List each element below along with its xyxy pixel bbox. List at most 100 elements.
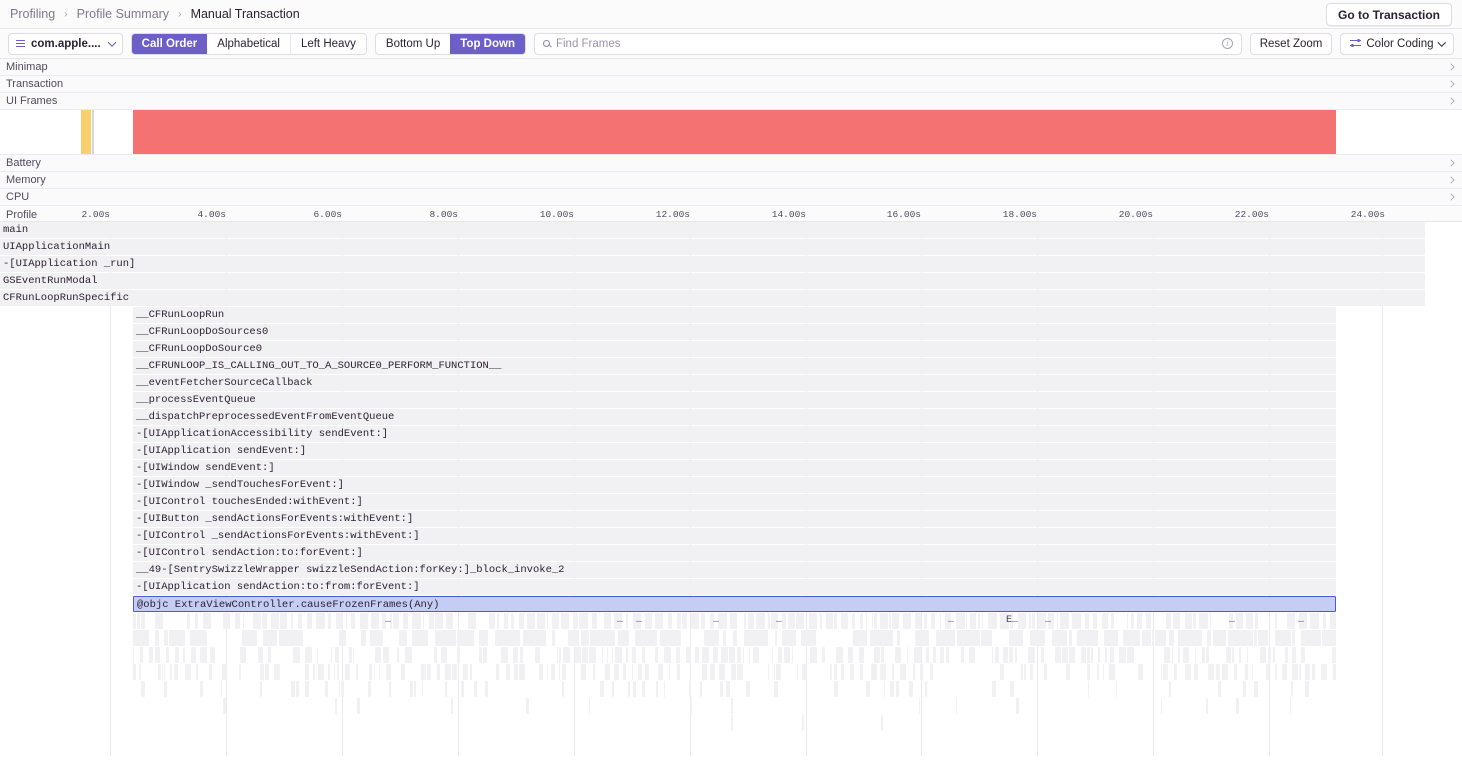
flame-child-frame[interactable] — [1032, 613, 1035, 629]
flame-child-frame[interactable] — [370, 630, 383, 646]
flame-child-frame[interactable] — [1292, 647, 1296, 663]
flame-child-frame[interactable] — [731, 715, 733, 731]
flame-child-frame[interactable] — [463, 664, 468, 680]
flame-child-frame[interactable] — [470, 664, 472, 680]
flame-child-frame[interactable] — [713, 647, 718, 663]
flame-child-frame[interactable] — [389, 681, 391, 697]
flame-child-frame[interactable] — [1254, 681, 1258, 697]
flame-child-frame[interactable] — [746, 681, 750, 697]
flame-child-frame[interactable] — [915, 613, 921, 629]
flame-child-frame[interactable] — [371, 613, 379, 629]
flame-child-frame[interactable] — [737, 664, 743, 680]
flame-child-frame[interactable] — [562, 664, 566, 680]
flame-child-frame[interactable] — [457, 630, 474, 646]
flame-child-frame[interactable] — [801, 630, 816, 646]
flame-child-frame[interactable] — [892, 613, 899, 629]
flame-child-frame[interactable] — [1195, 647, 1196, 663]
flame-child-frame[interactable] — [896, 681, 899, 697]
flame-child-frame[interactable] — [1091, 647, 1093, 663]
flame-child-frame[interactable] — [1069, 647, 1075, 663]
flame-child-frame[interactable] — [429, 613, 434, 629]
flame-child-frame[interactable] — [615, 647, 622, 663]
flame-child-frame[interactable] — [1169, 681, 1171, 697]
flame-child-frame[interactable] — [1029, 613, 1031, 629]
flame-child-frame[interactable] — [506, 664, 510, 680]
flame-child-frame[interactable] — [141, 681, 145, 697]
flame-child-frame[interactable] — [930, 664, 933, 680]
chevron-down-icon[interactable] — [1448, 80, 1456, 88]
flame-child-frame[interactable] — [551, 664, 555, 680]
flame-child-frame[interactable] — [1245, 664, 1248, 680]
flame-child-frame[interactable] — [361, 630, 366, 646]
sort-alphabetical-button[interactable]: Alphabetical — [207, 34, 290, 54]
flame-child-frame[interactable] — [797, 664, 798, 680]
flame-child-row[interactable] — [133, 613, 1336, 629]
flame-child-frame[interactable] — [451, 698, 453, 714]
flame-child-frame[interactable] — [1103, 664, 1104, 680]
flame-child-frame[interactable] — [1275, 630, 1291, 646]
flame-child-frame[interactable] — [263, 630, 277, 646]
flame-child-frame[interactable] — [291, 681, 295, 697]
flame-child-frame[interactable] — [940, 613, 941, 629]
flame-child-frame[interactable] — [721, 647, 728, 663]
track-row-cpu[interactable]: CPU — [0, 189, 1462, 206]
flame-child-frame[interactable] — [489, 613, 495, 629]
flame-child-frame[interactable] — [149, 647, 153, 663]
flame-child-frame[interactable] — [1247, 647, 1248, 663]
flame-child-frame[interactable] — [559, 664, 560, 680]
flame-frame[interactable]: __CFRunLoopRun — [133, 307, 1336, 323]
flame-child-frame[interactable] — [383, 647, 389, 663]
flame-child-frame[interactable] — [1138, 664, 1143, 680]
flame-child-frame[interactable] — [1166, 613, 1171, 629]
flame-child-frame[interactable] — [1312, 664, 1315, 680]
flame-child-frame[interactable] — [915, 630, 929, 646]
flame-child-frame[interactable] — [778, 647, 782, 663]
flame-frame[interactable]: -[UIApplication sendAction:to:from:forEv… — [133, 579, 1336, 595]
flame-child-frame[interactable] — [956, 698, 957, 714]
flame-child-frame[interactable] — [1072, 613, 1081, 629]
flame-child-frame[interactable] — [1173, 613, 1180, 629]
flame-child-frame[interactable] — [774, 664, 775, 680]
flame-child-row[interactable] — [133, 681, 1336, 697]
find-frames-search[interactable]: i — [534, 33, 1242, 55]
flame-child-frame[interactable] — [185, 664, 191, 680]
flame-child-frame[interactable] — [196, 664, 198, 680]
flame-child-frame[interactable] — [701, 613, 705, 629]
flame-child-frame[interactable] — [164, 630, 168, 646]
flame-child-frame[interactable] — [158, 664, 161, 680]
flame-child-frame[interactable] — [1234, 664, 1237, 680]
flame-child-frame[interactable] — [802, 664, 806, 680]
chevron-down-icon[interactable] — [1448, 97, 1456, 105]
flame-child-frame[interactable] — [1305, 681, 1309, 697]
flame-child-frame[interactable] — [809, 613, 817, 629]
flame-child-frame[interactable] — [209, 664, 212, 680]
flame-child-frame[interactable] — [353, 647, 354, 663]
flamegraph-canvas[interactable]: mainUIApplicationMain-[UIApplication _ru… — [0, 222, 1462, 756]
flame-child-frame[interactable] — [884, 681, 885, 697]
flame-child-frame[interactable] — [307, 613, 312, 629]
flame-frame[interactable]: -[UIControl _sendActionsForEvents:withEv… — [133, 528, 1336, 544]
flame-child-frame[interactable] — [1093, 613, 1097, 629]
flame-child-frame[interactable] — [1260, 647, 1266, 663]
flame-frame[interactable]: -[UIWindow _sendTouchesForEvent:] — [133, 477, 1336, 493]
flame-child-frame[interactable] — [1016, 698, 1019, 714]
flame-child-frame[interactable] — [339, 630, 346, 646]
flame-child-frame[interactable] — [240, 647, 246, 663]
flame-child-frame[interactable] — [852, 613, 855, 629]
flame-child-frame[interactable] — [575, 647, 581, 663]
ui-frames-chart[interactable] — [0, 110, 1462, 155]
flame-child-frame[interactable] — [810, 647, 817, 663]
flame-child-frame[interactable] — [559, 647, 561, 663]
flame-child-frame[interactable] — [702, 664, 707, 680]
flame-child-frame[interactable] — [655, 613, 663, 629]
flame-child-frame[interactable] — [1292, 664, 1298, 680]
flame-child-frame[interactable] — [526, 698, 529, 714]
flame-child-frame[interactable] — [501, 647, 508, 663]
flame-child-frame[interactable] — [265, 664, 269, 680]
flame-child-row[interactable] — [133, 647, 1336, 663]
flame-child-frame[interactable] — [1292, 630, 1295, 646]
flame-child-frame[interactable] — [164, 681, 167, 697]
flame-child-frame[interactable] — [445, 681, 447, 697]
flame-child-frame[interactable] — [1255, 613, 1258, 629]
flame-child-frame[interactable] — [920, 664, 923, 680]
